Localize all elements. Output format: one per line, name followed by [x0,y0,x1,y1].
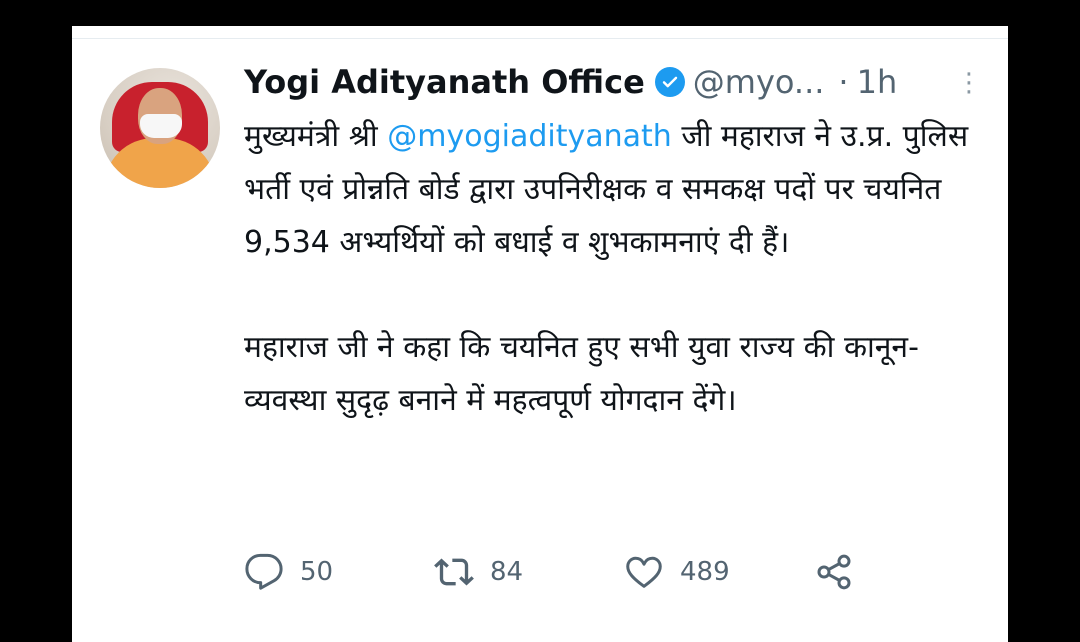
tweet-text: मुख्यमंत्री श्री @myogiadityanath जी महा… [244,110,984,427]
reply-icon [245,553,283,590]
action-bar: 50 84 489 [244,552,870,592]
reply-count: 50 [300,557,334,587]
tweet-paragraph-2: महाराज जी ने कहा कि चयनित हुए सभी युवा र… [244,330,919,418]
like-count: 489 [680,557,730,587]
avatar[interactable] [100,68,220,188]
like-button[interactable]: 489 [624,552,814,592]
author-handle[interactable]: @myo... [693,60,825,104]
author-name[interactable]: Yogi Adityanath Office [244,60,645,104]
tweet-header: Yogi Adityanath Office @myo... · 1h [244,60,897,104]
retweet-icon [434,558,474,586]
divider [72,38,1008,39]
timestamp[interactable]: 1h [857,60,898,104]
text-before-mention: मुख्यमंत्री श्री [244,119,388,154]
reply-button[interactable]: 50 [244,552,434,592]
retweet-button[interactable]: 84 [434,552,624,592]
tweet-card: Yogi Adityanath Office @myo... · 1h ⋮ मु… [72,26,1008,642]
heart-icon [626,556,662,588]
verified-badge-icon [654,67,685,97]
tweet-paragraph-1: मुख्यमंत्री श्री @myogiadityanath जी महा… [244,110,984,269]
separator: · [838,63,849,101]
share-button[interactable] [814,552,870,592]
mention-link[interactable]: @myogiadityanath [387,119,672,154]
retweet-count: 84 [490,557,524,587]
share-icon [817,554,851,590]
more-options-icon[interactable]: ⋮ [956,66,982,100]
